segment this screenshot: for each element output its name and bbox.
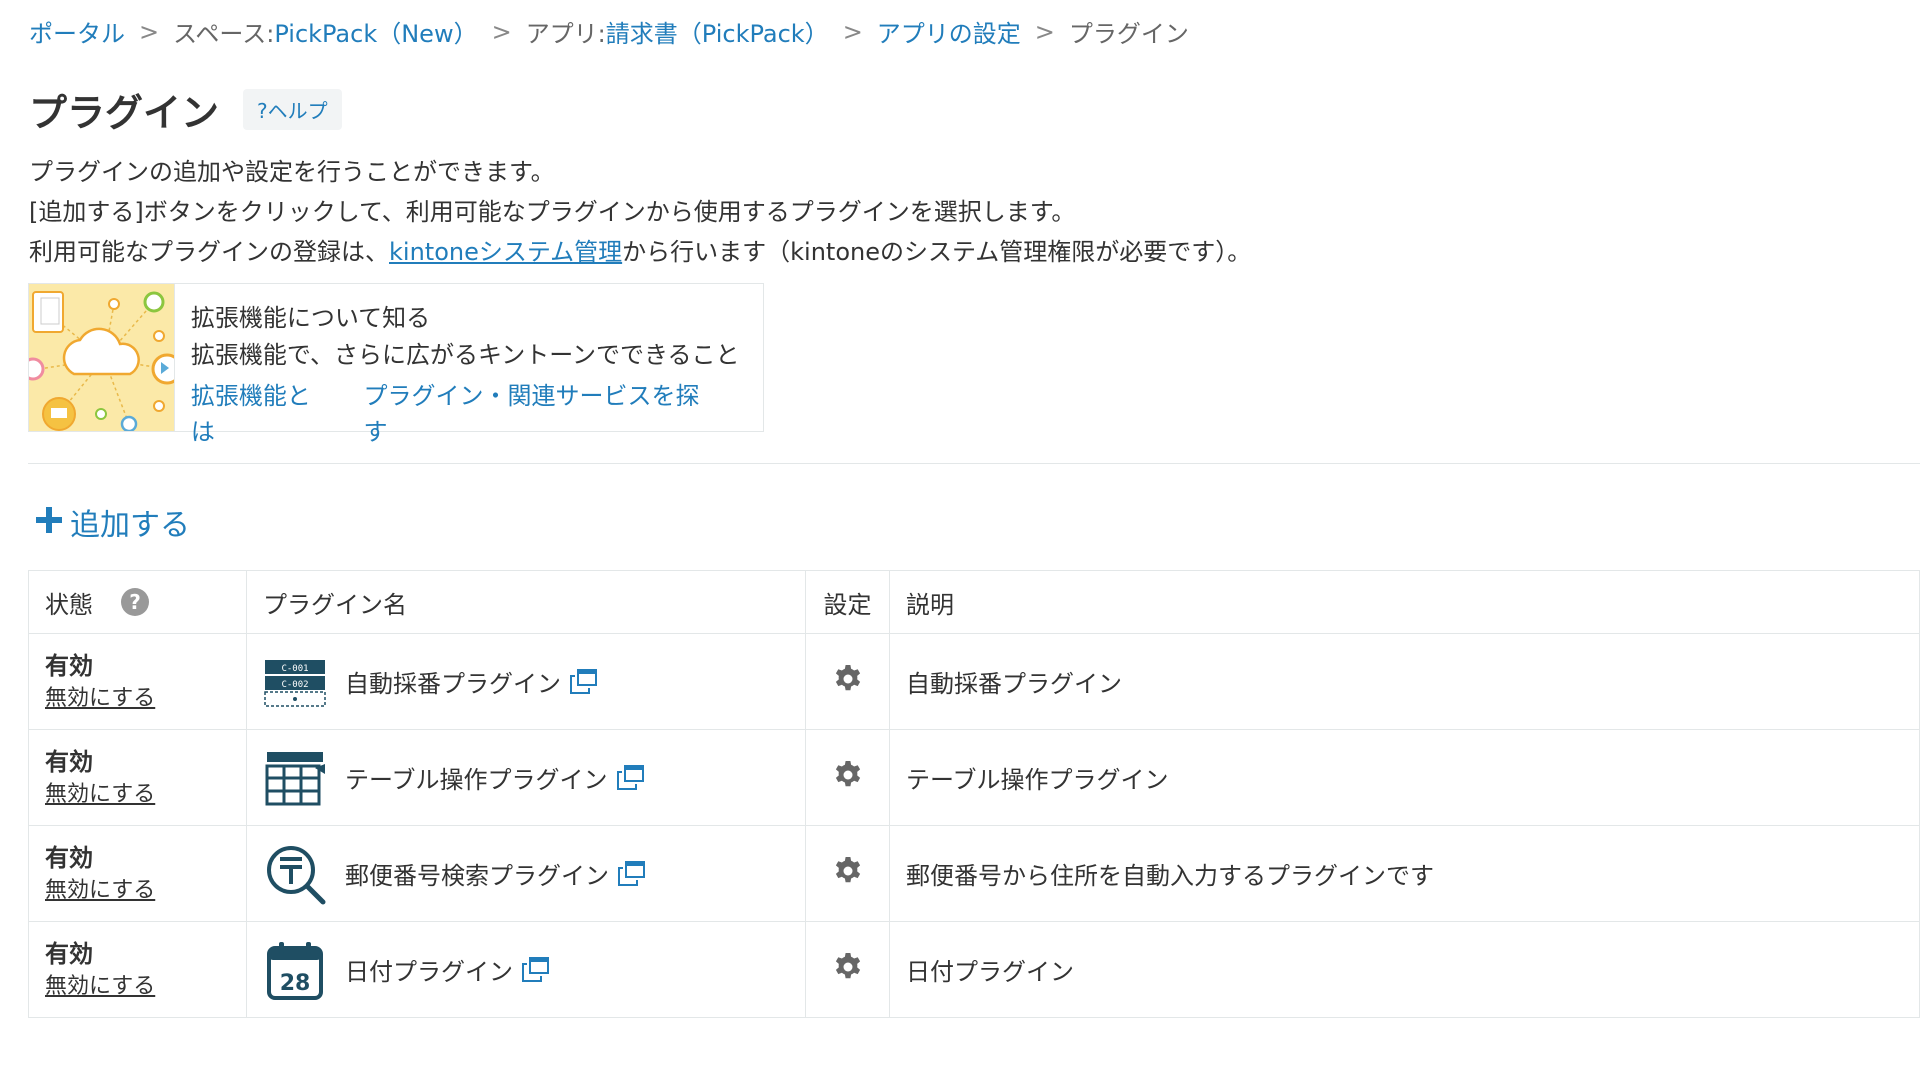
external-window-icon[interactable] xyxy=(616,764,644,791)
find-plugins-link[interactable]: プラグイン・関連サービスを探す xyxy=(364,378,716,450)
breadcrumb: ポータル > スペース: PickPack（New） > アプリ: 請求書（Pi… xyxy=(29,14,1189,49)
question-icon[interactable]: ? xyxy=(121,588,149,616)
table-row: 有効 無効にする 28 日付プラグイン 日付プラグイン xyxy=(28,921,1920,1018)
table-row: 有効 無効にする テーブル操作プラグイン テーブル操作プラグイン xyxy=(28,729,1920,826)
add-plugin-label: 追加する xyxy=(70,508,190,543)
status-cell: 有効 無効にする xyxy=(28,729,247,826)
auto-numbering-icon: C-001 C-002 xyxy=(264,659,326,707)
gear-icon[interactable] xyxy=(832,759,864,791)
description-line-2: [追加する]ボタンをクリックして、利用可能なプラグインから使用するプラグインを選… xyxy=(29,198,1076,226)
breadcrumb-app-link[interactable]: 請求書（PickPack） xyxy=(606,14,829,49)
status-cell: 有効 無効にする xyxy=(28,633,247,730)
help-button[interactable]: ?ヘルプ xyxy=(243,89,342,130)
settings-cell xyxy=(805,825,890,922)
promo-subtitle: 拡張機能で、さらに広がるキントーンでできること xyxy=(190,341,740,369)
breadcrumb-separator: > xyxy=(139,17,160,46)
table-icon xyxy=(265,751,325,805)
settings-cell xyxy=(805,921,890,1018)
description-cell: 自動採番プラグイン xyxy=(889,633,1920,730)
status-enabled: 有効 xyxy=(45,651,93,680)
disable-link[interactable]: 無効にする xyxy=(45,779,230,811)
table-header-row: 状態 ? プラグイン名 設定 説明 xyxy=(28,570,1920,634)
extensions-illustration xyxy=(29,284,175,431)
breadcrumb-separator: > xyxy=(491,17,512,46)
description-line-3-prefix: 利用可能なプラグインの登録は、 xyxy=(29,238,389,266)
breadcrumb-separator: > xyxy=(1034,17,1055,46)
breadcrumb-portal-link[interactable]: ポータル xyxy=(29,14,125,49)
status-cell: 有効 無効にする xyxy=(28,825,247,922)
page-description: プラグインの追加や設定を行うことができます。 [追加する]ボタンをクリックして、… xyxy=(29,152,1251,272)
settings-column-header: 設定 xyxy=(805,570,890,634)
calendar-day-number: 28 xyxy=(280,971,311,996)
external-window-icon[interactable] xyxy=(521,956,549,983)
status-header-label: 状態 xyxy=(45,590,93,619)
svg-text:C-002: C-002 xyxy=(281,680,308,690)
calendar-icon: 28 xyxy=(267,941,323,1000)
disable-link[interactable]: 無効にする xyxy=(45,875,230,907)
divider xyxy=(28,463,1920,464)
status-cell: 有効 無効にする xyxy=(28,921,247,1018)
breadcrumb-space-prefix: スペース: xyxy=(173,20,275,48)
status-enabled: 有効 xyxy=(45,747,93,776)
about-extensions-link[interactable]: 拡張機能とは xyxy=(191,378,332,450)
plus-icon xyxy=(34,502,64,542)
status-enabled: 有効 xyxy=(45,843,93,872)
gear-icon[interactable] xyxy=(832,951,864,983)
name-cell: テーブル操作プラグイン xyxy=(246,729,806,826)
plugins-table: 状態 ? プラグイン名 設定 説明 有効 無効にする C-001 C-002 自… xyxy=(28,570,1920,1018)
breadcrumb-space-link[interactable]: PickPack（New） xyxy=(274,14,477,49)
description-line-3: 利用可能なプラグインの登録は、kintoneシステム管理から行います（kinto… xyxy=(29,232,1251,272)
promo-title: 拡張機能について知る xyxy=(190,304,431,332)
disable-link[interactable]: 無効にする xyxy=(45,683,230,715)
status-column-header: 状態 ? xyxy=(28,570,247,634)
settings-cell xyxy=(805,729,890,826)
name-column-header: プラグイン名 xyxy=(246,570,806,634)
extensions-promo: 拡張機能について知る 拡張機能で、さらに広がるキントーンでできること 拡張機能と… xyxy=(28,283,764,446)
description-line-3-suffix: から行います（kintoneのシステム管理権限が必要です）。 xyxy=(622,238,1252,266)
breadcrumb-settings-link[interactable]: アプリの設定 xyxy=(877,14,1021,49)
svg-text:C-001: C-001 xyxy=(281,664,308,674)
promo-body: 拡張機能について知る 拡張機能で、さらに広がるキントーンでできること 拡張機能と… xyxy=(175,284,763,446)
disable-link[interactable]: 無効にする xyxy=(45,971,230,1003)
description-cell: 日付プラグイン xyxy=(889,921,1920,1018)
table-row: 有効 無効にする 郵便番号検索プラグイン 郵便番号から住所を自動入力するプラグイ… xyxy=(28,825,1920,922)
external-window-icon[interactable] xyxy=(617,860,645,887)
postal-search-icon xyxy=(267,845,326,904)
status-enabled: 有効 xyxy=(45,939,93,968)
plugin-name: 郵便番号検索プラグイン xyxy=(345,862,609,890)
title-row: プラグイン ?ヘルプ xyxy=(29,82,342,137)
gear-icon[interactable] xyxy=(832,663,864,695)
add-plugin-button[interactable]: 追加する xyxy=(34,500,190,544)
breadcrumb-separator: > xyxy=(842,17,863,46)
system-admin-link[interactable]: kintoneシステム管理 xyxy=(389,238,622,266)
external-window-icon[interactable] xyxy=(569,668,597,695)
plugin-name: 日付プラグイン xyxy=(345,958,513,986)
plugin-name: テーブル操作プラグイン xyxy=(345,766,608,794)
name-cell: 28 日付プラグイン xyxy=(246,921,806,1018)
breadcrumb-current: プラグイン xyxy=(1068,20,1189,48)
description-cell: 郵便番号から住所を自動入力するプラグインです xyxy=(889,825,1920,922)
table-row: 有効 無効にする C-001 C-002 自動採番プラグイン 自動採番プラグイン xyxy=(28,633,1920,730)
page-title: プラグイン xyxy=(29,91,220,135)
plugin-name: 自動採番プラグイン xyxy=(345,670,561,698)
name-cell: C-001 C-002 自動採番プラグイン xyxy=(246,633,806,730)
description-line-1: プラグインの追加や設定を行うことができます。 xyxy=(29,158,555,186)
description-column-header: 説明 xyxy=(889,570,1920,634)
breadcrumb-app-prefix: アプリ: xyxy=(525,20,606,48)
promo-links: 拡張機能とは プラグイン・関連サービスを探す xyxy=(191,378,747,450)
name-cell: 郵便番号検索プラグイン xyxy=(246,825,806,922)
gear-icon[interactable] xyxy=(832,855,864,887)
description-cell: テーブル操作プラグイン xyxy=(889,729,1920,826)
settings-cell xyxy=(805,633,890,730)
cloud-network-illustration xyxy=(29,291,174,431)
